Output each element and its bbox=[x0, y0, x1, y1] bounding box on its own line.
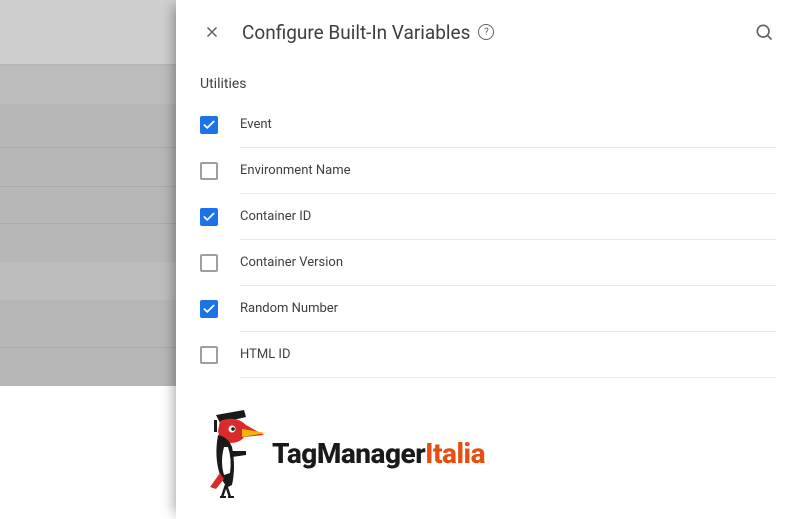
variable-row[interactable]: Environment Name bbox=[200, 148, 776, 194]
variable-label: Container ID bbox=[240, 194, 776, 240]
variable-label: Container Version bbox=[240, 240, 776, 286]
variable-list: EventEnvironment NameContainer IDContain… bbox=[200, 102, 776, 378]
check-icon bbox=[202, 210, 216, 224]
checkbox[interactable] bbox=[200, 116, 218, 134]
checkbox[interactable] bbox=[200, 346, 218, 364]
variable-label: Event bbox=[240, 102, 776, 148]
variable-row[interactable]: Event bbox=[200, 102, 776, 148]
check-icon bbox=[202, 302, 216, 316]
check-icon bbox=[202, 118, 216, 132]
configure-panel: Configure Built-In Variables ? Utilities… bbox=[176, 0, 800, 519]
variable-label: Environment Name bbox=[240, 148, 776, 194]
checkbox[interactable] bbox=[200, 254, 218, 272]
close-button[interactable] bbox=[192, 12, 232, 52]
checkbox[interactable] bbox=[200, 208, 218, 226]
modal-backdrop bbox=[0, 0, 176, 386]
close-icon bbox=[203, 23, 221, 41]
variable-label: HTML ID bbox=[240, 332, 776, 378]
checkbox[interactable] bbox=[200, 300, 218, 318]
search-button[interactable] bbox=[744, 12, 784, 52]
search-icon bbox=[754, 22, 774, 42]
panel-title: Configure Built-In Variables ? bbox=[242, 21, 494, 44]
variable-row[interactable]: Container Version bbox=[200, 240, 776, 286]
logo-text-2: Italia bbox=[425, 437, 485, 470]
brand-logo: TagManagerItalia bbox=[196, 407, 485, 499]
section-title: Utilities bbox=[200, 76, 776, 92]
panel-header: Configure Built-In Variables ? bbox=[176, 0, 800, 64]
logo-text: TagManagerItalia bbox=[272, 437, 485, 470]
logo-text-1: TagManager bbox=[272, 437, 425, 470]
variable-row[interactable]: Container ID bbox=[200, 194, 776, 240]
variable-row[interactable]: Random Number bbox=[200, 286, 776, 332]
variable-row[interactable]: HTML ID bbox=[200, 332, 776, 378]
woodpecker-icon bbox=[196, 407, 266, 499]
utilities-section: Utilities EventEnvironment NameContainer… bbox=[176, 64, 800, 378]
help-icon[interactable]: ? bbox=[478, 24, 494, 40]
variable-label: Random Number bbox=[240, 286, 776, 332]
checkbox[interactable] bbox=[200, 162, 218, 180]
panel-title-text: Configure Built-In Variables bbox=[242, 21, 470, 44]
